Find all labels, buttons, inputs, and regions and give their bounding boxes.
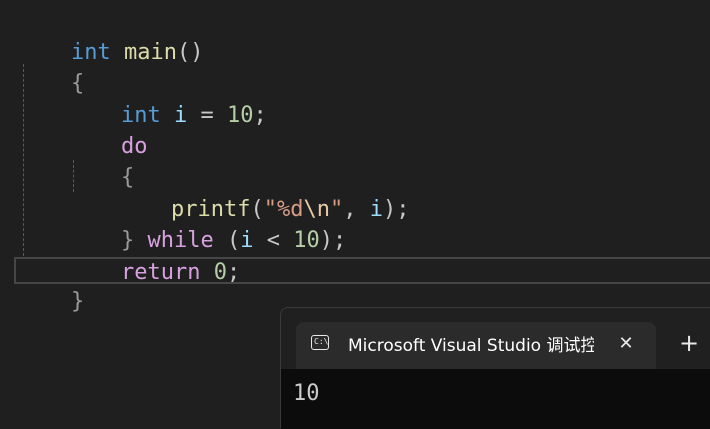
code-line-2[interactable]: { (18, 37, 84, 96)
code-line-9[interactable]: } (18, 255, 84, 314)
console-tab-title: Microsoft Visual Studio 调试控制台 (348, 336, 594, 356)
code-line-6[interactable]: printf("%d\n", i); (118, 163, 409, 222)
semicolon: ; (253, 103, 267, 128)
parentheses: () (176, 40, 204, 65)
semicolon: ; (396, 197, 410, 222)
semicolon: ; (226, 260, 241, 285)
code-line-7[interactable]: } while (i < 10); (68, 194, 346, 253)
console-tab[interactable]: C:\ Microsoft Visual Studio 调试控制台 ✕ (296, 322, 656, 369)
variable-i: i (240, 228, 254, 253)
number-literal: 10 (293, 228, 320, 253)
keyword-return: return (120, 260, 201, 285)
code-line-3[interactable]: int i = 10; (68, 69, 267, 128)
debug-console-window[interactable]: C:\ Microsoft Visual Studio 调试控制台 ✕ + 10 (280, 307, 710, 429)
number-literal: 10 (226, 103, 254, 128)
close-brace: } (70, 289, 85, 314)
code-line-1[interactable]: int main() (18, 6, 203, 65)
assign-operator: = (200, 103, 214, 128)
new-tab-button[interactable]: + (677, 328, 701, 358)
less-than-operator: < (266, 228, 280, 253)
console-output-area[interactable]: 10 (281, 369, 710, 429)
number-literal: 0 (213, 260, 227, 285)
semicolon: ; (332, 228, 347, 253)
terminal-icon-glyph: C:\ (314, 337, 329, 346)
code-line-5[interactable]: { (68, 131, 134, 190)
code-line-8[interactable]: return 0; (68, 226, 240, 285)
close-paren: ) (382, 197, 397, 222)
variable-i: i (369, 197, 383, 222)
console-output-text: 10 (293, 381, 320, 406)
close-icon[interactable]: ✕ (614, 332, 638, 356)
function-name-main: main (123, 40, 177, 65)
variable-i: i (173, 103, 188, 128)
close-paren: ) (319, 228, 333, 253)
terminal-icon: C:\ (311, 335, 329, 350)
code-editor[interactable]: int main() { int i = 10; do { printf("%d… (0, 0, 710, 429)
code-line-4[interactable]: do (68, 100, 148, 159)
